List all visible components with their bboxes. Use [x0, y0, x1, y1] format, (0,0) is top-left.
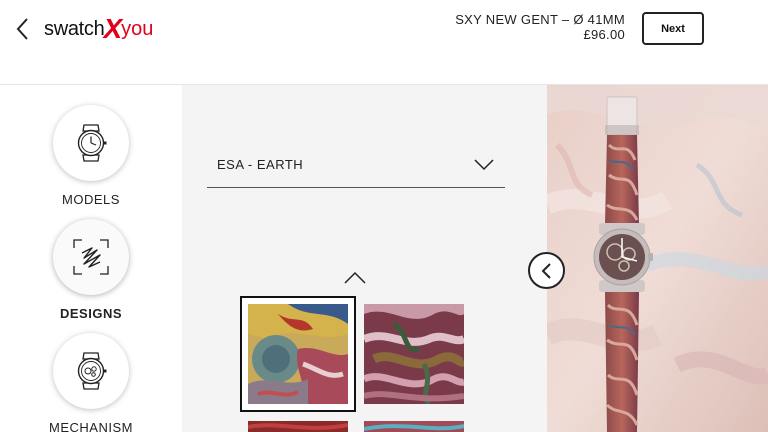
earth-design-image [364, 304, 464, 404]
design-thumbnail[interactable] [248, 304, 348, 404]
mechanism-icon-circle [53, 333, 129, 409]
logo-text-swatch: swatch [44, 17, 105, 40]
logo-text-you: you [121, 17, 154, 40]
design-pattern-icon [73, 239, 109, 275]
design-thumbnail[interactable] [364, 304, 464, 404]
chevron-left-circle-icon [541, 262, 551, 279]
sidebar-item-label: DESIGNS [59, 306, 122, 321]
next-button[interactable]: Next [642, 12, 704, 45]
earth-design-image [364, 421, 464, 432]
watch-preview [547, 85, 768, 432]
collection-select-value: ESA - EARTH [217, 157, 304, 172]
product-price: £96.00 [583, 27, 625, 42]
watch-mechanism-icon [77, 352, 107, 390]
back-button[interactable] [12, 14, 34, 44]
scroll-up-button[interactable] [343, 269, 367, 287]
sidebar-item-models[interactable]: MODELS [0, 85, 182, 209]
sidebar: MODELS DESIGNS MECHANISM [0, 85, 182, 432]
sidebar-item-label: MODELS [62, 192, 120, 207]
chevron-up-icon [344, 271, 366, 284]
collection-select[interactable]: ESA - EARTH [207, 147, 505, 188]
logo-text-x: X [103, 13, 123, 44]
earth-design-image [248, 304, 348, 404]
design-thumbnail[interactable] [364, 420, 464, 432]
product-name: SXY NEW GENT – Ø 41MM [455, 12, 625, 27]
sidebar-item-label: MECHANISM [49, 420, 133, 432]
watch-preview-image [547, 85, 768, 432]
header: swatch X you SXY NEW GENT – Ø 41MM £96.0… [0, 0, 768, 84]
previous-view-button[interactable] [528, 252, 565, 289]
sidebar-item-mechanism[interactable]: MECHANISM [0, 323, 182, 432]
product-summary: SXY NEW GENT – Ø 41MM £96.00 [455, 12, 625, 42]
watch-icon [77, 124, 107, 162]
design-thumbnail[interactable] [248, 420, 348, 432]
sidebar-item-designs[interactable]: DESIGNS [0, 209, 182, 323]
design-panel: ESA - EARTH [182, 85, 547, 432]
swatch-x-you-logo[interactable]: swatch X you [44, 12, 153, 46]
models-icon-circle [53, 105, 129, 181]
earth-design-image [248, 421, 348, 432]
chevron-down-icon [474, 159, 494, 171]
chevron-left-icon [16, 18, 28, 40]
designs-icon-circle [53, 219, 129, 295]
